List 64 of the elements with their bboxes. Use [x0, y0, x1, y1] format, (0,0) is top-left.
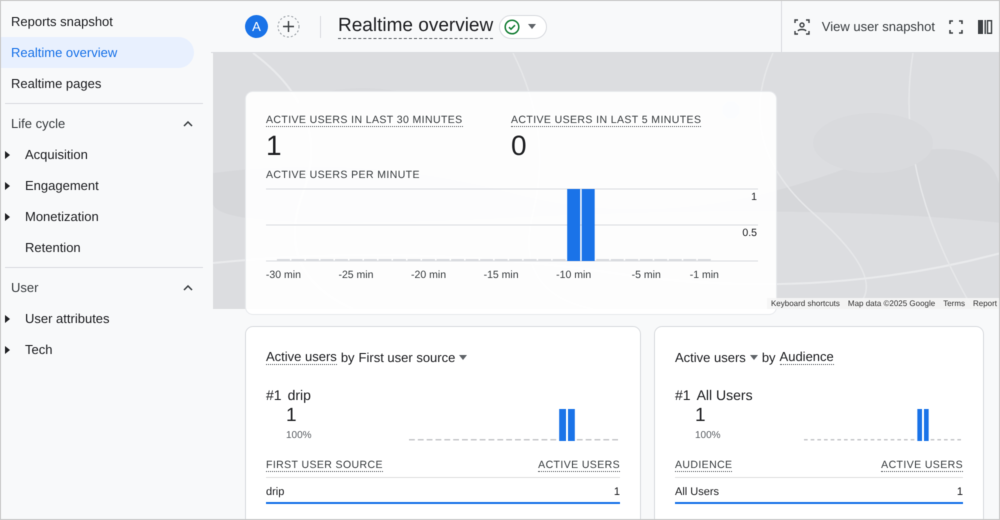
status-dropdown[interactable]	[499, 14, 548, 38]
table-cell: All Users	[675, 486, 720, 498]
table-cell: 1	[614, 486, 620, 498]
table-cell: 1	[956, 486, 963, 498]
nav-item[interactable]: Realtime overview	[1, 37, 194, 68]
page-title: Realtime overview	[338, 14, 494, 38]
split-view-button[interactable]	[977, 18, 993, 34]
view-snapshot-button[interactable]: View user snapshot	[794, 18, 935, 34]
nav-item[interactable]: Realtime pages	[1, 68, 194, 99]
axis-label: -20 min	[411, 269, 446, 281]
nav-item[interactable]: Monetization	[17, 201, 99, 232]
card-title-text: First user source	[358, 350, 456, 364]
section-title: User	[11, 280, 38, 295]
map-attribution-link[interactable]: Report	[968, 298, 999, 309]
axis-label: -15 min	[484, 269, 519, 281]
caret-icon	[528, 24, 536, 29]
avatar[interactable]: A	[245, 15, 268, 38]
section-header[interactable]: Life cycle	[1, 108, 211, 139]
stat-label: ACTIVE USERS IN LAST 5 MINUTES	[511, 114, 702, 127]
card-title-text: by	[762, 350, 776, 364]
nav-item[interactable]: User attributes	[17, 303, 110, 334]
stat-value: 1	[266, 129, 283, 163]
nav-item[interactable]: Tech	[17, 334, 52, 365]
axis-label: 0.5	[742, 227, 757, 239]
metric-value: 1	[286, 405, 298, 427]
dimension-link[interactable]: Audience	[780, 349, 834, 365]
map-attribution-link[interactable]: Terms	[939, 298, 969, 309]
axis-label: 1	[751, 191, 757, 203]
axis-label: -25 min	[338, 269, 374, 281]
top-item: All Users	[696, 387, 753, 403]
stat-value: 0	[511, 129, 528, 163]
add-icon[interactable]	[277, 15, 300, 38]
rank-label: #1	[266, 387, 282, 403]
dimension-link[interactable]: Active users	[266, 349, 337, 365]
nav-item[interactable]: Engagement	[17, 170, 99, 201]
stat-label: ACTIVE USERS IN LAST 30 MINUTES	[266, 114, 463, 127]
axis-label: -1 min	[690, 269, 719, 281]
map-attribution-link[interactable]: Keyboard shortcuts	[766, 298, 844, 309]
fullscreen-button[interactable]	[949, 20, 963, 34]
dropdown-caret-icon	[459, 354, 468, 360]
column-header: ACTIVE USERS	[538, 459, 620, 472]
share-percent: 100%	[286, 430, 312, 441]
nav-item[interactable]: Retention	[17, 232, 81, 263]
map-attribution-link[interactable]: Map data ©2025 Google	[844, 298, 940, 309]
column-header: AUDIENCE	[675, 459, 732, 472]
section-header[interactable]: User	[1, 272, 211, 303]
dropdown-caret-icon	[750, 354, 758, 360]
nav-item[interactable]: Reports snapshot	[1, 6, 194, 37]
rank-label: #1	[675, 387, 691, 403]
axis-label: -30 min	[266, 269, 301, 281]
chart-title: ACTIVE USERS PER MINUTE	[266, 169, 421, 181]
nav-item[interactable]: Acquisition	[17, 139, 88, 170]
section-title: Life cycle	[11, 116, 66, 131]
person-scan-icon	[794, 18, 810, 34]
card-title-text: by	[340, 350, 355, 364]
card-title-text: Active users	[675, 350, 746, 364]
metric-value: 1	[695, 405, 707, 427]
top-item: drip	[288, 387, 311, 403]
axis-label: -10 min	[556, 269, 592, 281]
share-percent: 100%	[695, 430, 721, 441]
column-header: ACTIVE USERS	[881, 459, 963, 472]
axis-label: -5 min	[632, 269, 661, 281]
column-header: FIRST USER SOURCE	[266, 459, 383, 472]
table-cell: drip	[266, 486, 284, 498]
